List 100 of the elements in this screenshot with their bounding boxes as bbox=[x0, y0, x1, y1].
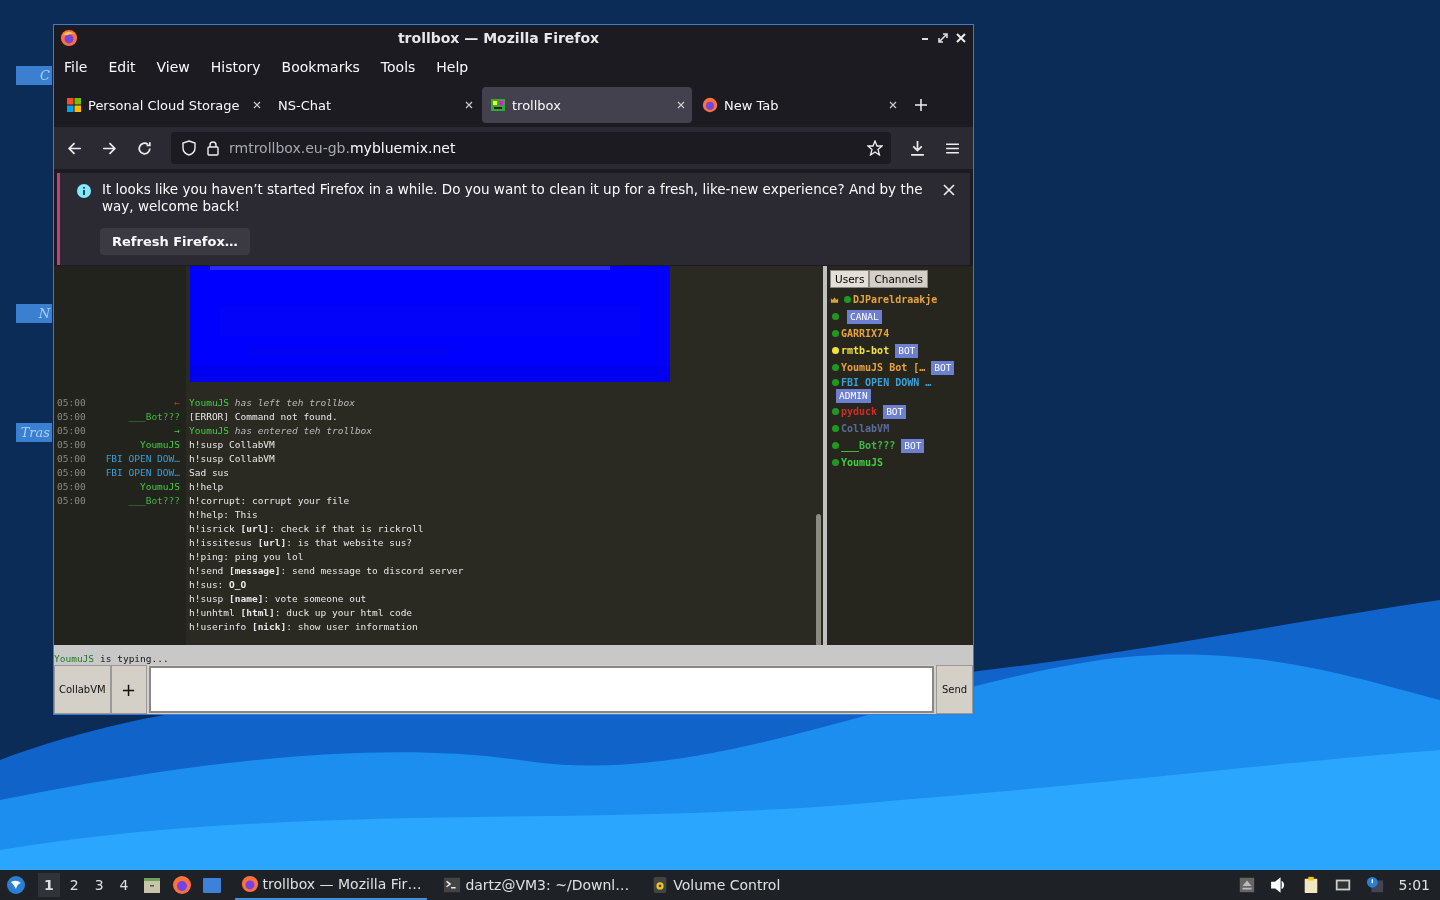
role-badge: ADMIN bbox=[836, 389, 871, 403]
user-name[interactable]: rmtb-bot bbox=[841, 344, 890, 357]
clock: 5:01 bbox=[1398, 877, 1430, 893]
browser-tab[interactable]: NS-Chat bbox=[270, 87, 480, 123]
maximize-icon[interactable] bbox=[937, 32, 949, 44]
message-text: h!send [message]: send message to discord server bbox=[189, 565, 464, 576]
nickname: FBI OPEN DOW… bbox=[105, 453, 180, 464]
workspace-button[interactable]: 4 bbox=[113, 873, 135, 897]
user-name[interactable]: YoumuJS bbox=[841, 456, 884, 469]
window-title: trollbox — Mozilla Firefox bbox=[396, 30, 601, 46]
panel-tab[interactable]: Channels bbox=[869, 270, 928, 288]
message-text: h!isrick [url]: check if that is rickroll bbox=[189, 523, 424, 534]
shield-icon bbox=[181, 140, 197, 156]
channel-button[interactable]: CollabVM bbox=[54, 665, 111, 714]
event-text: has left teh trollbox bbox=[234, 397, 355, 408]
url-text: rmtrollbox.eu-gb.mybluemix.net bbox=[229, 140, 457, 156]
notification-icon[interactable] bbox=[1365, 876, 1384, 894]
message-text: h!susp CollabVM bbox=[189, 453, 275, 464]
message-input[interactable] bbox=[148, 666, 934, 713]
menu-item[interactable]: Help bbox=[436, 55, 479, 79]
browser-tab[interactable]: trollbox bbox=[482, 87, 692, 123]
user-name[interactable]: GARRIX74 bbox=[841, 327, 890, 340]
menu-item[interactable]: Edit bbox=[108, 55, 146, 79]
close-icon[interactable] bbox=[464, 100, 474, 110]
info-icon bbox=[76, 183, 92, 199]
firefox-icon bbox=[702, 97, 718, 113]
squares-icon bbox=[66, 97, 82, 113]
user-name[interactable]: DJPareldraakje bbox=[853, 293, 938, 306]
workspace-button[interactable]: 3 bbox=[88, 873, 110, 897]
role-badge: BOT bbox=[895, 343, 919, 358]
message-text: h!corrupt: corrupt your file bbox=[189, 495, 350, 506]
firefox-icon bbox=[240, 875, 259, 893]
role-badge: BOT bbox=[901, 438, 925, 453]
message-text: h!ping: ping you lol bbox=[189, 551, 304, 562]
close-icon[interactable] bbox=[252, 100, 262, 110]
message-text: h!userinfo [nick]: show user information bbox=[189, 621, 418, 632]
close-icon[interactable] bbox=[888, 100, 898, 110]
arrow-icon: ← bbox=[174, 397, 180, 408]
user-name[interactable]: FBI OPEN DOWN … bbox=[841, 376, 932, 389]
timestamp: 05:00 bbox=[57, 495, 86, 506]
close-icon[interactable] bbox=[676, 100, 686, 110]
arrow-icon: → bbox=[174, 425, 180, 436]
message-text: Sad sus bbox=[189, 467, 230, 478]
new-tab-icon[interactable] bbox=[914, 98, 928, 112]
download-icon[interactable] bbox=[909, 139, 926, 157]
timestamp: 05:00 bbox=[57, 411, 86, 422]
user-name[interactable]: ___Bot??? bbox=[841, 439, 896, 452]
file-cabinet-icon[interactable] bbox=[141, 875, 162, 895]
typing-nickname: YoumuJS bbox=[54, 653, 95, 664]
user-name[interactable]: YoumuJS Bot [… bbox=[841, 361, 926, 374]
send-button[interactable]: Send bbox=[936, 665, 973, 714]
taskbar-task[interactable]: trollbox — Mozilla Fir… bbox=[234, 870, 428, 900]
timestamp: 05:00 bbox=[57, 467, 86, 478]
eject-icon[interactable] bbox=[1237, 876, 1256, 894]
workspace-button[interactable]: 1 bbox=[38, 873, 60, 897]
scrollbar-thumb[interactable] bbox=[816, 514, 821, 645]
role-badge: BOT bbox=[883, 404, 907, 419]
firefox-icon bbox=[60, 29, 78, 47]
browser-tab[interactable]: New Tab bbox=[694, 87, 904, 123]
timestamp: 05:00 bbox=[57, 397, 86, 408]
nickname: ___Bot??? bbox=[128, 495, 180, 506]
taskbar-task[interactable]: Volume Control bbox=[645, 870, 787, 900]
nickname: YoumuJS bbox=[189, 425, 230, 436]
timestamp: 05:00 bbox=[57, 425, 86, 436]
reload-icon[interactable] bbox=[136, 139, 153, 157]
message-text: h!susp [name]: vote someone out bbox=[189, 593, 367, 604]
message-text: h!susp CollabVM bbox=[189, 439, 275, 450]
role-badge: BOT bbox=[931, 360, 955, 375]
start-menu-icon[interactable] bbox=[6, 875, 26, 895]
message-text: h!help: This bbox=[189, 509, 258, 520]
address-bar[interactable]: rmtrollbox.eu-gb.mybluemix.net bbox=[171, 132, 891, 164]
message-text: h!help bbox=[189, 481, 224, 492]
timestamp: 05:00 bbox=[57, 481, 86, 492]
role-badge: CANAL bbox=[847, 309, 882, 324]
nickname: YoumuJS bbox=[139, 481, 180, 492]
menu-item[interactable]: File bbox=[64, 55, 98, 79]
nickname: YoumuJS bbox=[139, 439, 180, 450]
taskbar-task[interactable]: dartz@VM3: ~/Downl… bbox=[437, 870, 636, 900]
menu-item[interactable]: Tools bbox=[380, 55, 426, 79]
message-text: [ERROR] Command not found. bbox=[189, 411, 338, 422]
firefox-icon[interactable] bbox=[171, 875, 192, 895]
refresh-firefox-button[interactable]: Refresh Firefox… bbox=[100, 228, 250, 255]
timestamp: 05:00 bbox=[57, 439, 86, 450]
terminal-icon bbox=[443, 876, 462, 894]
star-icon[interactable] bbox=[867, 140, 883, 156]
trollbox-icon bbox=[490, 97, 506, 113]
browser-tab[interactable]: Personal Cloud Storage bbox=[58, 87, 268, 123]
menu-item[interactable]: Bookmarks bbox=[281, 55, 370, 79]
message-text: h!sus: O_O bbox=[189, 579, 247, 590]
message-text: h!unhtml [html]: duck up your html code bbox=[189, 607, 413, 618]
message-text: h!issitesus [url]: is that website sus? bbox=[189, 537, 413, 548]
typing-text: is typing... bbox=[100, 653, 169, 664]
panel-tab[interactable]: Users bbox=[830, 270, 870, 288]
window-icon[interactable] bbox=[201, 875, 222, 895]
add-button[interactable]: + bbox=[110, 665, 147, 714]
menu-item[interactable]: View bbox=[156, 55, 200, 79]
event-text: has entered teh trollbox bbox=[234, 425, 373, 436]
workspace-button[interactable]: 2 bbox=[63, 873, 85, 897]
menu-item[interactable]: History bbox=[210, 55, 271, 79]
nickname: YoumuJS bbox=[189, 397, 230, 408]
